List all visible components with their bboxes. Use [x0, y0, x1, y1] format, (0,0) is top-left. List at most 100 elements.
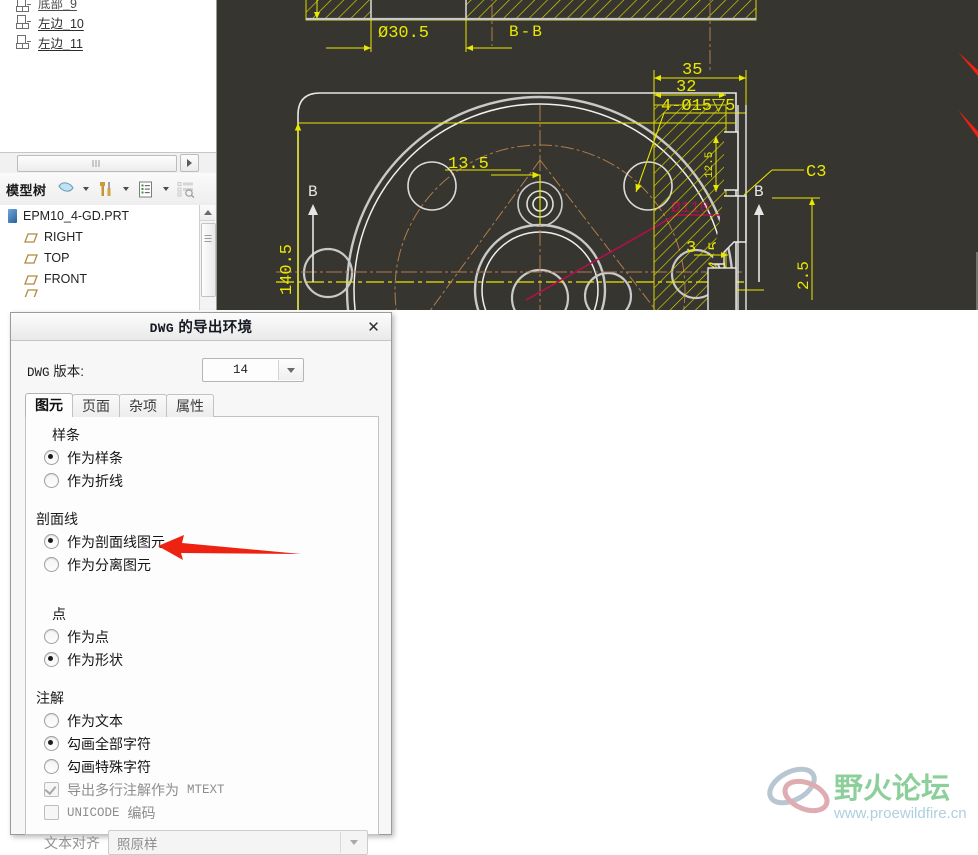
- text-align-row: 文本对齐 照原样: [36, 830, 368, 855]
- datum-plane-icon: [24, 253, 38, 264]
- tab-page[interactable]: 页面: [72, 394, 120, 417]
- radio-indicator[interactable]: [44, 629, 59, 644]
- scrollbar-thumb[interactable]: [17, 154, 177, 172]
- radio-indicator[interactable]: [44, 713, 59, 728]
- dropdown-button[interactable]: [340, 832, 367, 853]
- watermark-bottom: 野火论坛 www.proewildfire.cn: [760, 762, 978, 837]
- cad-drawing-viewport[interactable]: Ø30.5 B-B 13.5 140.5 B B 35 32 12.5 3 C3…: [216, 0, 978, 310]
- dwg-version-label-text: 版本:: [53, 364, 85, 379]
- dropdown-button[interactable]: [278, 360, 303, 380]
- watermark-title: 野火论坛: [834, 771, 950, 805]
- scroll-right-button[interactable]: [180, 154, 199, 172]
- tree-item-part[interactable]: EPM10_4-GD.PRT: [0, 205, 216, 226]
- checkbox-label-mono: UNICODE: [67, 805, 120, 820]
- option-label: 作为分离图元: [67, 556, 151, 573]
- list-item-label: 底部_9: [38, 0, 77, 11]
- chevron-up-icon: [203, 210, 212, 215]
- model-tree-title: 模型树: [6, 182, 47, 198]
- radio-hatch-as-hatch-entity[interactable]: 作为剖面线图元: [36, 530, 368, 553]
- scroll-up-button[interactable]: [200, 205, 215, 221]
- group-spline-title: 样条: [52, 427, 80, 443]
- section-view-bb: Ø30.5 B-B: [305, 0, 757, 70]
- tree-item-datum-front[interactable]: FRONT: [0, 268, 216, 289]
- tree-item-datum-right[interactable]: RIGHT: [0, 226, 216, 247]
- radio-hatch-as-separate-entity[interactable]: 作为分离图元: [36, 553, 368, 576]
- radio-spline-as-polyline[interactable]: 作为折线: [36, 469, 368, 492]
- dialog-titlebar[interactable]: DWG 的导出环境 ✕: [11, 313, 391, 341]
- tab-entity[interactable]: 图元: [25, 393, 73, 417]
- model-tree-toolbar[interactable]: 模型树: [0, 173, 216, 206]
- tree-item-clipped[interactable]: [0, 289, 216, 297]
- horizontal-scrollbar[interactable]: [0, 152, 216, 174]
- cad-dim-2-5: 2.5: [795, 261, 813, 290]
- list-item[interactable]: 左边_10: [0, 12, 216, 32]
- cad-section-b-left: B: [308, 183, 318, 201]
- screen-root: Ø30.5 B-B 13.5 140.5 B B 35 32 12.5 3 C3…: [0, 0, 978, 855]
- radio-indicator[interactable]: [44, 473, 59, 488]
- radio-indicator[interactable]: [44, 652, 59, 667]
- cad-chamfer-c3: C3: [806, 163, 826, 182]
- dwg-version-row: DWG 版本: 14: [27, 357, 379, 383]
- close-icon[interactable]: ✕: [364, 317, 383, 336]
- option-label: 勾画全部字符: [67, 735, 151, 752]
- cad-dim-3: 3: [686, 239, 696, 258]
- cad-dim-32: 32: [676, 78, 696, 97]
- radio-annotation-as-text[interactable]: 作为文本: [36, 709, 368, 732]
- chevron-down-icon[interactable]: [162, 187, 169, 191]
- vertical-scrollbar[interactable]: [199, 205, 216, 310]
- option-label: 勾画特殊字符: [67, 758, 151, 775]
- checkbox-export-multiline-as-mtext[interactable]: 导出多行注解作为 MTEXT: [36, 778, 368, 801]
- radio-spline-as-spline[interactable]: 作为样条: [36, 446, 368, 469]
- feature-list[interactable]: 底部_9 左边_10 左边_11: [0, 0, 216, 152]
- tree-item-label: RIGHT: [44, 229, 83, 244]
- list-item-label: 左边_11: [38, 36, 83, 51]
- checkbox-label-mono: MTEXT: [187, 782, 225, 797]
- radio-annotation-stroke-special[interactable]: 勾画特殊字符: [36, 755, 368, 778]
- tab-misc[interactable]: 杂项: [119, 394, 167, 417]
- option-label: 作为样条: [67, 449, 123, 466]
- radio-indicator[interactable]: [44, 736, 59, 751]
- dialog-body: DWG 版本: 14 图元 页面 杂项 属性 样条 作为样条 作为折线 剖面线 …: [11, 341, 391, 855]
- text-align-select[interactable]: 照原样: [108, 830, 368, 855]
- option-label: 作为文本: [67, 712, 123, 729]
- cad-label-bb: B-B: [509, 23, 544, 41]
- dwg-version-select[interactable]: 14: [202, 358, 304, 382]
- radio-point-as-shape[interactable]: 作为形状: [36, 648, 368, 671]
- cad-dim-small: 12.5: [704, 152, 716, 178]
- checkbox-indicator[interactable]: [44, 805, 59, 820]
- dwg-version-value: 14: [232, 363, 248, 377]
- radio-indicator[interactable]: [44, 534, 59, 549]
- tree-item-label: FRONT: [44, 271, 88, 286]
- list-item[interactable]: 左边_11: [0, 32, 216, 52]
- radio-indicator[interactable]: [44, 450, 59, 465]
- group-hatch-title: 剖面线: [36, 511, 78, 527]
- datum-plane-icon: [24, 232, 38, 243]
- tools-icon[interactable]: [95, 178, 117, 200]
- tree-filter-off-icon[interactable]: [175, 178, 197, 200]
- model-tree-panel[interactable]: 底部_9 左边_10 左边_11 模型树 EPM10_4-GD.PRT RIGH…: [0, 0, 217, 310]
- dwg-version-label-mono: DWG: [27, 366, 50, 380]
- list-columns-icon[interactable]: [135, 178, 157, 200]
- datum-plane-icon: [24, 274, 38, 285]
- datum-plane-icon: [24, 289, 38, 297]
- part-tree[interactable]: EPM10_4-GD.PRT RIGHT TOP FRONT: [0, 205, 216, 310]
- feature-icon: [16, 15, 31, 29]
- group-spline: 样条 作为样条 作为折线: [36, 425, 368, 492]
- radio-indicator[interactable]: [44, 759, 59, 774]
- chevron-right-icon: [187, 159, 192, 167]
- checkbox-indicator[interactable]: [44, 782, 59, 797]
- dialog-tabstrip[interactable]: 图元 页面 杂项 属性: [25, 393, 379, 417]
- tree-item-datum-top[interactable]: TOP: [0, 247, 216, 268]
- chevron-down-icon[interactable]: [122, 187, 129, 191]
- dwg-export-dialog[interactable]: DWG 的导出环境 ✕ DWG 版本: 14 图元 页面 杂项 属性 样条 作为…: [10, 312, 392, 855]
- filter-settings-icon[interactable]: [55, 178, 77, 200]
- list-item[interactable]: 底部_9: [0, 0, 216, 12]
- radio-annotation-stroke-all[interactable]: 勾画全部字符: [36, 732, 368, 755]
- checkbox-unicode-encoding[interactable]: UNICODE 编码: [36, 801, 368, 824]
- chevron-down-icon[interactable]: [82, 187, 89, 191]
- radio-indicator[interactable]: [44, 557, 59, 572]
- tab-properties[interactable]: 属性: [166, 394, 214, 417]
- radio-point-as-point[interactable]: 作为点: [36, 625, 368, 648]
